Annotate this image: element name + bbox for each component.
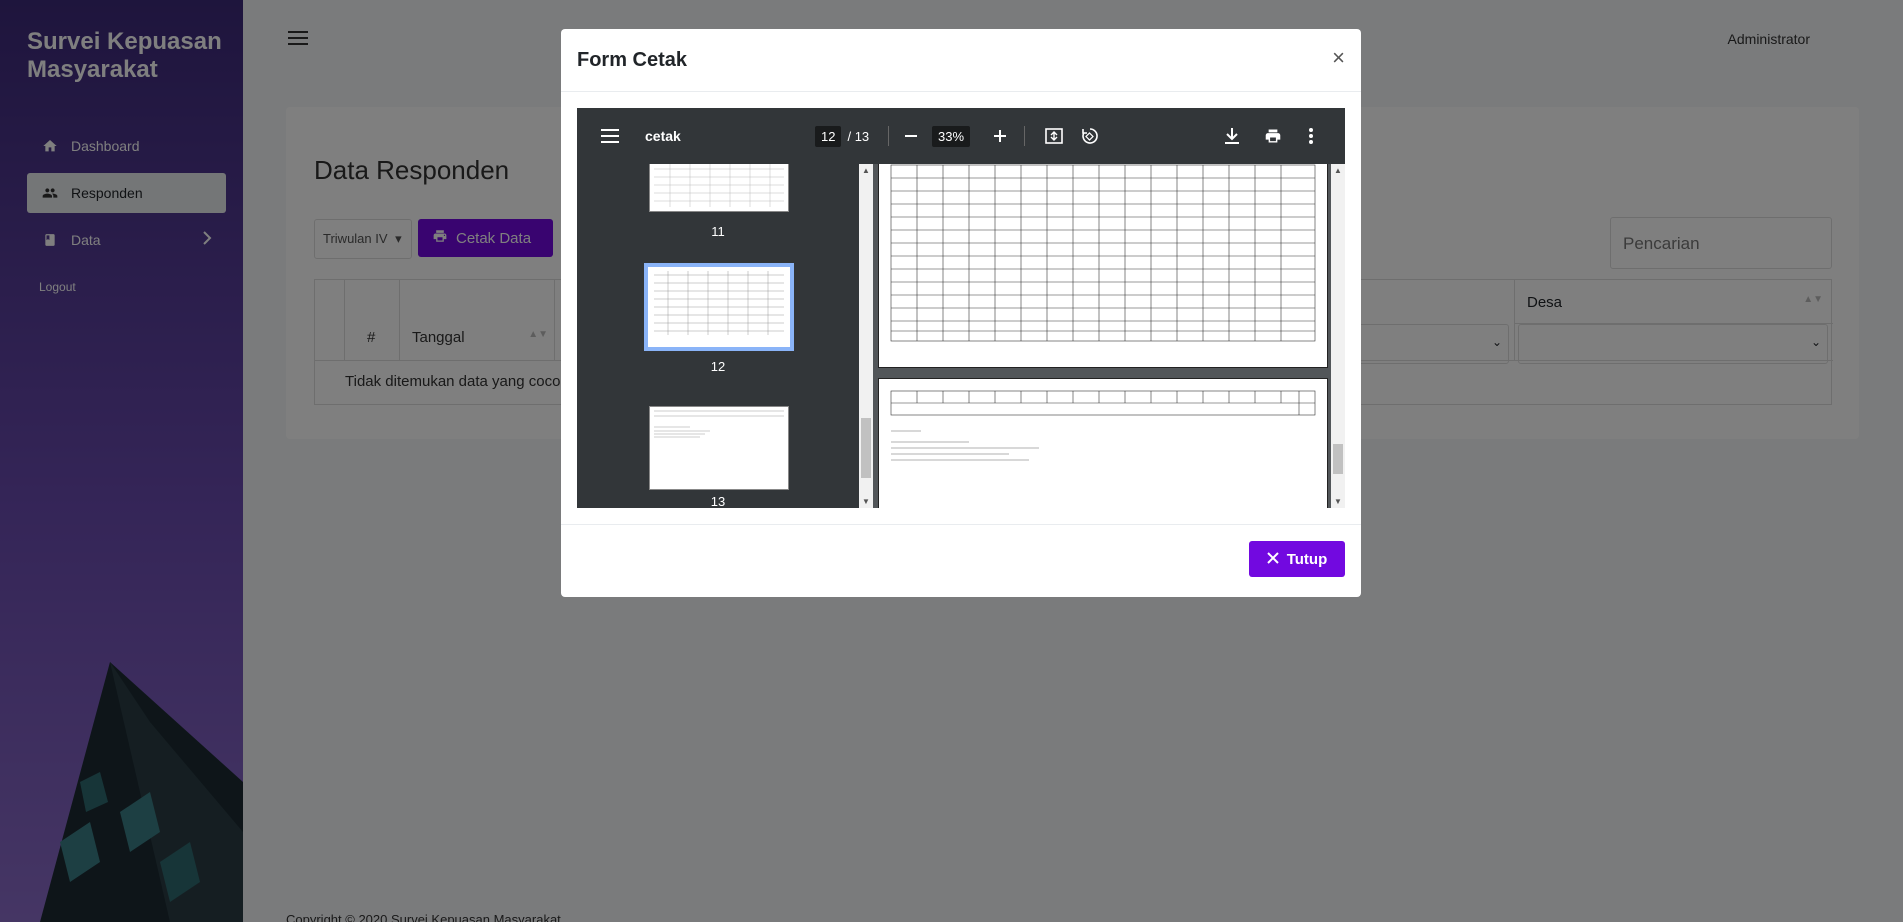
rotate-icon[interactable] <box>1081 108 1099 164</box>
toolbar-divider <box>1024 126 1025 146</box>
thumbnail-page-12[interactable] <box>644 263 794 351</box>
pdf-viewer: cetak 12 / 13 33% 11 12 13 ▲ ▼ ▲ ▼ <box>577 108 1345 508</box>
close-button-label: Tutup <box>1286 550 1328 568</box>
print-icon[interactable] <box>1264 108 1282 164</box>
zoom-level[interactable]: 33% <box>932 125 971 147</box>
thumbnail-scroll-thumb[interactable] <box>861 418 871 478</box>
thumbnail-pane: 11 12 13 <box>577 164 859 508</box>
page-preview <box>654 410 784 438</box>
fit-page-icon[interactable] <box>1045 108 1063 164</box>
close-button[interactable]: Tutup <box>1249 541 1345 577</box>
thumbnail-page-13[interactable] <box>649 406 789 490</box>
page-13-summary <box>890 390 1316 461</box>
pdf-page-12 <box>878 164 1328 368</box>
page-total: / 13 <box>847 128 870 144</box>
pdf-menu-icon[interactable] <box>601 108 619 164</box>
page-preview <box>654 164 784 207</box>
scroll-up-icon[interactable]: ▲ <box>1334 166 1342 175</box>
page-number-input[interactable]: 12 <box>815 125 842 147</box>
pdf-file-name: cetak <box>645 128 681 144</box>
modal-title: Form Cetak <box>577 49 688 71</box>
modal-header: Form Cetak × <box>561 29 1361 92</box>
thumbnail-label: 11 <box>711 224 725 239</box>
pdf-toolbar: cetak 12 / 13 33% <box>577 108 1345 164</box>
close-icon <box>1267 551 1279 568</box>
pdf-page-indicator: 12 / 13 <box>815 108 869 164</box>
thumbnail-label: 13 <box>710 494 726 508</box>
more-options-icon[interactable] <box>1309 108 1313 164</box>
document-scrollbar[interactable]: ▲ ▼ <box>1331 164 1345 508</box>
scroll-up-icon[interactable]: ▲ <box>862 166 870 175</box>
page-12-table <box>890 164 1316 342</box>
page-preview <box>654 271 784 335</box>
zoom-in-icon[interactable] <box>994 108 1006 164</box>
modal-footer: Tutup <box>561 524 1361 597</box>
toolbar-divider <box>888 126 889 146</box>
close-icon[interactable]: × <box>1332 45 1345 71</box>
zoom-out-icon[interactable] <box>905 108 917 164</box>
thumbnail-page-11[interactable] <box>649 164 789 212</box>
pdf-page-13 <box>878 378 1328 508</box>
document-scroll-thumb[interactable] <box>1333 444 1343 474</box>
print-modal: Form Cetak × cetak 12 / 13 33% 11 12 13 … <box>561 29 1361 597</box>
scroll-down-icon[interactable]: ▼ <box>1334 497 1342 506</box>
scroll-down-icon[interactable]: ▼ <box>862 497 870 506</box>
download-icon[interactable] <box>1225 108 1239 164</box>
pdf-document-area <box>878 164 1328 508</box>
thumbnail-label: 12 <box>710 359 726 374</box>
thumbnail-scrollbar-track[interactable]: ▲ ▼ <box>859 164 873 508</box>
